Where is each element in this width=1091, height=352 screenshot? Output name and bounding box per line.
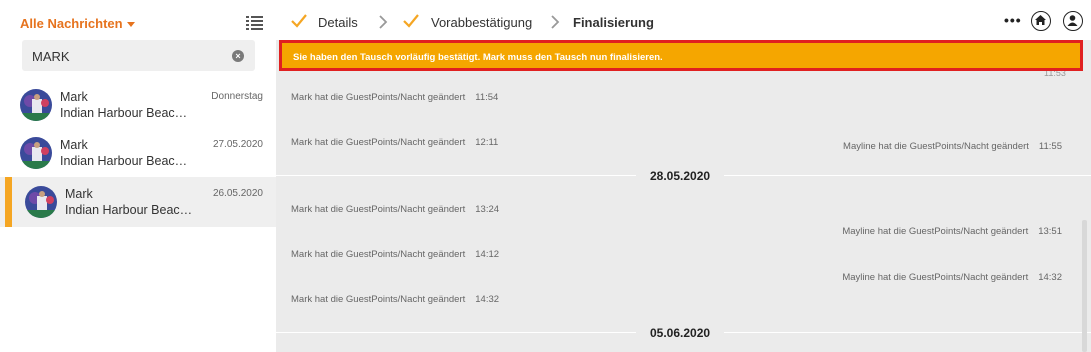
date-divider: 28.05.2020 bbox=[636, 169, 725, 183]
message-text: Mayline hat die GuestPoints/Nacht geände… bbox=[842, 272, 1029, 283]
message-time: 14:12 bbox=[475, 249, 500, 260]
conversation-subtitle: Indian Harbour Beac… bbox=[60, 154, 188, 168]
status-banner: Sie haben den Tausch vorläufig bestätigt… bbox=[279, 40, 1083, 71]
system-message: Mark hat die GuestPoints/Nacht geändert 1… bbox=[291, 204, 499, 215]
chevron-right-icon bbox=[379, 15, 388, 29]
message-time: 14:32 bbox=[1038, 272, 1062, 283]
message-text: Mark hat die GuestPoints/Nacht geändert bbox=[291, 204, 466, 215]
message-time: 14:32 bbox=[475, 294, 500, 305]
message-filter-dropdown[interactable]: Alle Nachrichten bbox=[20, 16, 135, 31]
chevron-right-icon bbox=[551, 15, 560, 29]
user-icon[interactable] bbox=[1063, 11, 1083, 31]
clear-search-icon[interactable]: × bbox=[232, 50, 244, 62]
conversation-name: Mark bbox=[65, 187, 93, 201]
message-text: Mayline hat die GuestPoints/Nacht geände… bbox=[842, 226, 1029, 237]
conversation-item-active[interactable]: Mark Indian Harbour Beac… 26.05.2020 bbox=[0, 177, 276, 227]
conversation-date: 26.05.2020 bbox=[212, 188, 263, 199]
home-icon[interactable] bbox=[1031, 11, 1051, 31]
message-text: Mayline hat die GuestPoints/Nacht geände… bbox=[843, 141, 1029, 152]
system-message: Mayline hat die GuestPoints/Nacht geände… bbox=[842, 226, 1062, 237]
check-icon bbox=[403, 14, 419, 28]
message-time: 13:24 bbox=[475, 204, 500, 215]
message-text: Mark hat die GuestPoints/Nacht geändert bbox=[291, 294, 466, 305]
sidebar-header: Alle Nachrichten bbox=[0, 0, 276, 40]
filter-label: Alle Nachrichten bbox=[20, 16, 123, 31]
conversation-item[interactable]: Mark Indian Harbour Beac… 27.05.2020 bbox=[0, 128, 276, 178]
message-time: 13:51 bbox=[1038, 226, 1062, 237]
check-icon bbox=[291, 14, 307, 28]
search-box: × bbox=[22, 40, 255, 71]
caret-down-icon bbox=[126, 22, 135, 28]
scrollbar[interactable] bbox=[1082, 220, 1087, 352]
avatar bbox=[25, 186, 57, 218]
system-message: Mayline hat die GuestPoints/Nacht geände… bbox=[842, 272, 1062, 283]
system-message: Mark hat die GuestPoints/Nacht geändert 1… bbox=[291, 249, 499, 260]
system-message: Mark hat die GuestPoints/Nacht geändert 1… bbox=[291, 294, 499, 305]
message-thread: 11:53 Mark hat die GuestPoints/Nacht geä… bbox=[276, 40, 1091, 352]
active-indicator bbox=[5, 177, 12, 227]
system-message: Mark hat die GuestPoints/Nacht geändert 1… bbox=[291, 92, 498, 103]
message-time: 11:55 bbox=[1038, 141, 1062, 152]
conversation-item[interactable]: Mark Indian Harbour Beac… Donnerstag bbox=[0, 80, 276, 130]
conversation-date: 27.05.2020 bbox=[212, 139, 263, 150]
message-time: 12:11 bbox=[475, 137, 499, 148]
avatar bbox=[20, 89, 52, 121]
message-text: Mark hat die GuestPoints/Nacht geändert bbox=[291, 137, 466, 148]
conversation-name: Mark bbox=[60, 90, 88, 104]
more-options-icon[interactable]: ••• bbox=[1004, 12, 1022, 28]
message-text: Mark hat die GuestPoints/Nacht geändert bbox=[291, 249, 466, 260]
search-input[interactable] bbox=[32, 46, 222, 66]
system-message: Mayline hat die GuestPoints/Nacht geände… bbox=[843, 141, 1062, 152]
step-details[interactable]: Details bbox=[318, 15, 358, 30]
conversation-date: Donnerstag bbox=[211, 91, 263, 102]
banner-text: Sie haben den Tausch vorläufig bestätigt… bbox=[293, 52, 663, 63]
avatar bbox=[20, 137, 52, 169]
list-view-icon[interactable] bbox=[246, 16, 263, 30]
booking-steps-header: Details Vorabbestätigung Finalisierung •… bbox=[276, 0, 1091, 40]
date-divider: 05.06.2020 bbox=[636, 326, 725, 340]
message-text: Mark hat die GuestPoints/Nacht geändert bbox=[291, 92, 466, 103]
conversation-name: Mark bbox=[60, 138, 88, 152]
message-time: 11:54 bbox=[475, 92, 499, 103]
conversation-subtitle: Indian Harbour Beac… bbox=[60, 106, 188, 120]
step-vorabbestaetigung[interactable]: Vorabbestätigung bbox=[431, 15, 532, 30]
step-finalisierung[interactable]: Finalisierung bbox=[573, 15, 654, 30]
system-message: Mark hat die GuestPoints/Nacht geändert 1… bbox=[291, 137, 498, 148]
conversation-subtitle: Indian Harbour Beac… bbox=[65, 203, 193, 217]
conversation-sidebar: Alle Nachrichten × Mark Indian Harbour B… bbox=[0, 0, 276, 352]
